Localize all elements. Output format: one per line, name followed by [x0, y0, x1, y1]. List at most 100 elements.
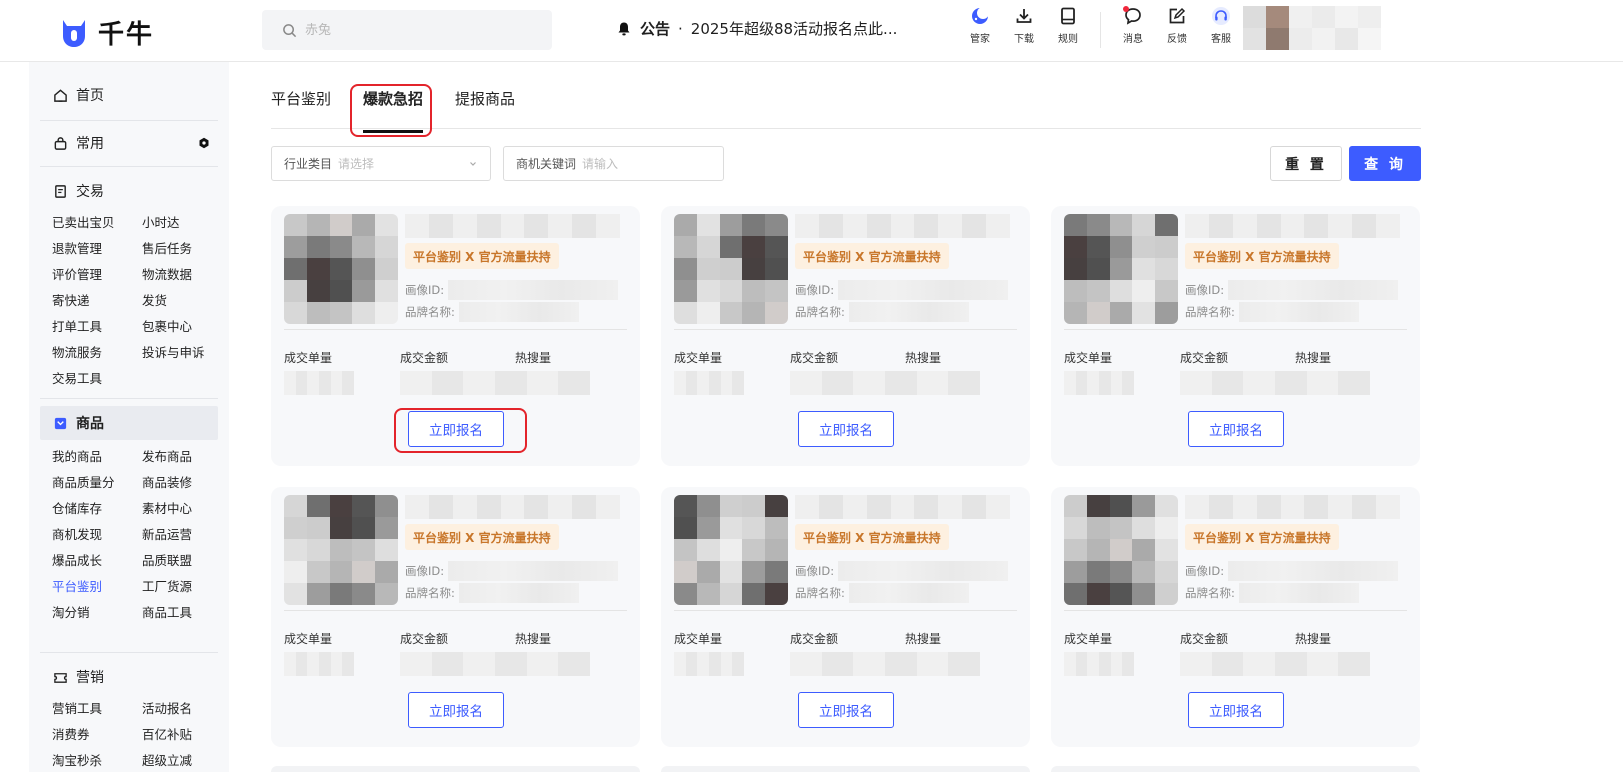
next-row-card: [1051, 766, 1420, 772]
sidebar-link[interactable]: 物流服务: [52, 340, 142, 366]
sidebar-home[interactable]: 首页: [40, 78, 218, 112]
sidebar-common[interactable]: 常用: [40, 126, 218, 160]
sidebar-link[interactable]: 交易工具: [52, 366, 142, 392]
sidebar-link[interactable]: 商品质量分: [52, 470, 142, 496]
qianniu-logo-icon: [63, 19, 85, 47]
brand-row: 品牌名称:: [405, 302, 579, 322]
tool-messages[interactable]: 消息: [1111, 6, 1155, 45]
sidebar-link[interactable]: 新品运营: [142, 522, 230, 548]
industry-placeholder: 请选择: [338, 157, 375, 171]
stat-value-blurred: [1180, 652, 1370, 676]
query-button[interactable]: 查 询: [1349, 146, 1421, 181]
card-divider: [284, 329, 627, 330]
product-image[interactable]: [284, 214, 398, 324]
tabs-underline: [271, 128, 1421, 129]
sidebar-link[interactable]: 商品工具: [142, 600, 230, 626]
tool-service[interactable]: 客服: [1199, 6, 1243, 45]
apply-now-button[interactable]: 立即报名: [1188, 411, 1284, 447]
sidebar-link[interactable]: 素材中心: [142, 496, 230, 522]
stat-search-label: 热搜量: [515, 351, 552, 365]
apply-now-button[interactable]: 立即报名: [798, 692, 894, 728]
announcement-label: 公告: [640, 20, 671, 38]
search-box[interactable]: [262, 10, 552, 50]
industry-select[interactable]: 行业类目 请选择: [271, 146, 491, 181]
settings-icon[interactable]: [198, 137, 210, 149]
sidebar-link[interactable]: 商品装修: [142, 470, 230, 496]
sidebar: 首页 常用 交易 已卖出宝贝 小时达 退款管理 售后任务 评价管理 物流数据 寄…: [29, 62, 229, 772]
apply-now-button[interactable]: 立即报名: [1188, 692, 1284, 728]
announcement[interactable]: 公告 · 2025年超级88活动报名点此...: [616, 18, 897, 39]
sidebar-link[interactable]: 品质联盟: [142, 548, 230, 574]
brand-blurred: [1238, 302, 1359, 322]
sidebar-section-goods[interactable]: 商品: [40, 406, 218, 440]
product-image[interactable]: [674, 214, 788, 324]
card-divider: [1064, 610, 1407, 611]
sidebar-link[interactable]: 发布商品: [142, 444, 230, 470]
logo[interactable]: 千牛: [60, 14, 154, 51]
sidebar-link[interactable]: 售后任务: [142, 236, 230, 262]
brand-label: 品牌名称:: [795, 305, 845, 319]
tool-feedback[interactable]: 反馈: [1155, 6, 1199, 45]
sidebar-link[interactable]: 百亿补贴: [142, 722, 230, 748]
brand-row: 品牌名称:: [405, 583, 579, 603]
keyword-field[interactable]: 商机关键词 请输入: [503, 146, 724, 181]
product-title-blurred: [795, 495, 1010, 519]
tool-label: 客服: [1211, 34, 1231, 45]
stat-orders-label: 成交单量: [1064, 351, 1113, 365]
sidebar-link[interactable]: 我的商品: [52, 444, 142, 470]
sidebar-link[interactable]: 爆品成长: [52, 548, 142, 574]
sidebar-link[interactable]: 小时达: [142, 210, 230, 236]
sidebar-link[interactable]: 投诉与申诉: [142, 340, 230, 366]
portrait-id-blurred: [1228, 561, 1399, 581]
sidebar-link[interactable]: 淘宝秒杀: [52, 748, 142, 772]
sidebar-link[interactable]: 退款管理: [52, 236, 142, 262]
opportunity-card: 平台鉴别 X 官方流量扶持 画像ID: 品牌名称: 成交单量 成交金额 热搜量 立即报名: [661, 487, 1030, 747]
portrait-id-label: 画像ID:: [1185, 564, 1225, 578]
sidebar-item-common[interactable]: 常用: [40, 126, 218, 160]
promo-badge: 平台鉴别 X 官方流量扶持: [405, 243, 559, 269]
stat-amount-label: 成交金额: [1180, 632, 1229, 646]
sidebar-link[interactable]: 评价管理: [52, 262, 142, 288]
announcement-text[interactable]: 2025年超级88活动报名点此...: [691, 18, 898, 39]
sidebar-link[interactable]: 物流数据: [142, 262, 230, 288]
sidebar-link-current[interactable]: 平台鉴别: [52, 574, 142, 600]
reset-button[interactable]: 重 置: [1270, 146, 1342, 181]
sidebar-link[interactable]: 寄快递: [52, 288, 142, 314]
sidebar-marketing-links: 营销工具 活动报名 消费券 百亿补贴 淘宝秒杀 超级立减: [40, 696, 218, 772]
tab-submit-goods[interactable]: 提报商品: [455, 88, 515, 119]
tool-butler[interactable]: 管家: [958, 6, 1002, 45]
sidebar-section-trade[interactable]: 交易: [40, 174, 218, 208]
product-image[interactable]: [1064, 214, 1178, 324]
apply-now-button[interactable]: 立即报名: [408, 692, 504, 728]
search-input[interactable]: [305, 22, 525, 38]
sidebar-link[interactable]: 消费券: [52, 722, 142, 748]
stat-value-blurred: [284, 652, 354, 676]
sidebar-link[interactable]: 已卖出宝贝: [52, 210, 142, 236]
user-profile-avatar[interactable]: [1243, 6, 1381, 50]
tool-label: 消息: [1123, 34, 1143, 45]
sidebar-link[interactable]: 超级立减: [142, 748, 230, 772]
portrait-id-blurred: [448, 561, 619, 581]
tool-rules[interactable]: 规则: [1046, 6, 1090, 45]
sidebar-section-marketing[interactable]: 营销: [40, 660, 218, 694]
sidebar-link[interactable]: 活动报名: [142, 696, 230, 722]
sidebar-link[interactable]: 发货: [142, 288, 230, 314]
brand-blurred: [848, 302, 969, 322]
sidebar-link[interactable]: 营销工具: [52, 696, 142, 722]
sidebar-link[interactable]: 工厂货源: [142, 574, 230, 600]
sidebar-link[interactable]: 商机发现: [52, 522, 142, 548]
apply-now-button[interactable]: 立即报名: [798, 411, 894, 447]
sidebar-link[interactable]: 包裹中心: [142, 314, 230, 340]
product-image[interactable]: [1064, 495, 1178, 605]
sidebar-link[interactable]: 打单工具: [52, 314, 142, 340]
sidebar-link[interactable]: 仓储库存: [52, 496, 142, 522]
brand-row: 品牌名称:: [795, 302, 969, 322]
sidebar-link[interactable]: 淘分销: [52, 600, 142, 626]
product-image[interactable]: [284, 495, 398, 605]
unread-dot: [1123, 6, 1129, 12]
tool-download[interactable]: 下载: [1002, 6, 1046, 45]
sidebar-item-home[interactable]: 首页: [40, 78, 218, 112]
product-image[interactable]: [674, 495, 788, 605]
portrait-id-label: 画像ID:: [1185, 283, 1225, 297]
tab-platform-identify[interactable]: 平台鉴别: [271, 88, 331, 119]
